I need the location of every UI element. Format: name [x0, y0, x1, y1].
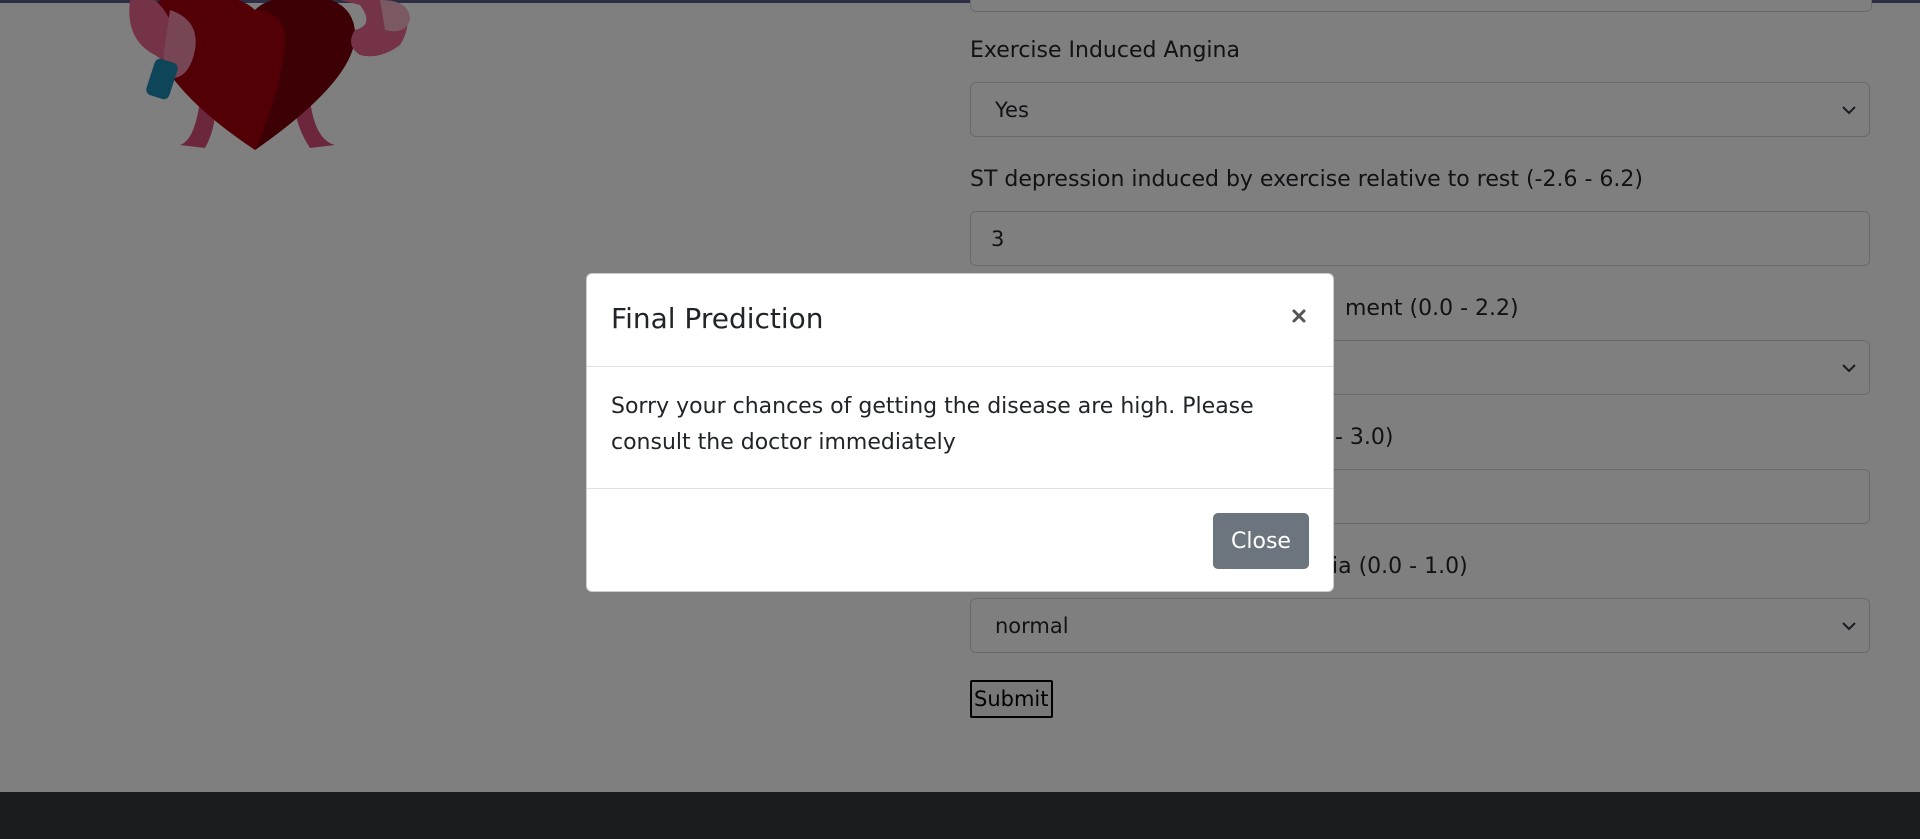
modal-header: Final Prediction — [587, 274, 1333, 367]
modal-title: Final Prediction — [611, 302, 824, 335]
modal-body-text: Sorry your chances of getting the diseas… — [611, 394, 1254, 455]
close-icon[interactable] — [1289, 306, 1309, 326]
modal-footer: Close — [587, 488, 1333, 593]
close-button[interactable]: Close — [1213, 513, 1309, 569]
prediction-modal: Final Prediction Sorry your chances of g… — [586, 273, 1334, 592]
